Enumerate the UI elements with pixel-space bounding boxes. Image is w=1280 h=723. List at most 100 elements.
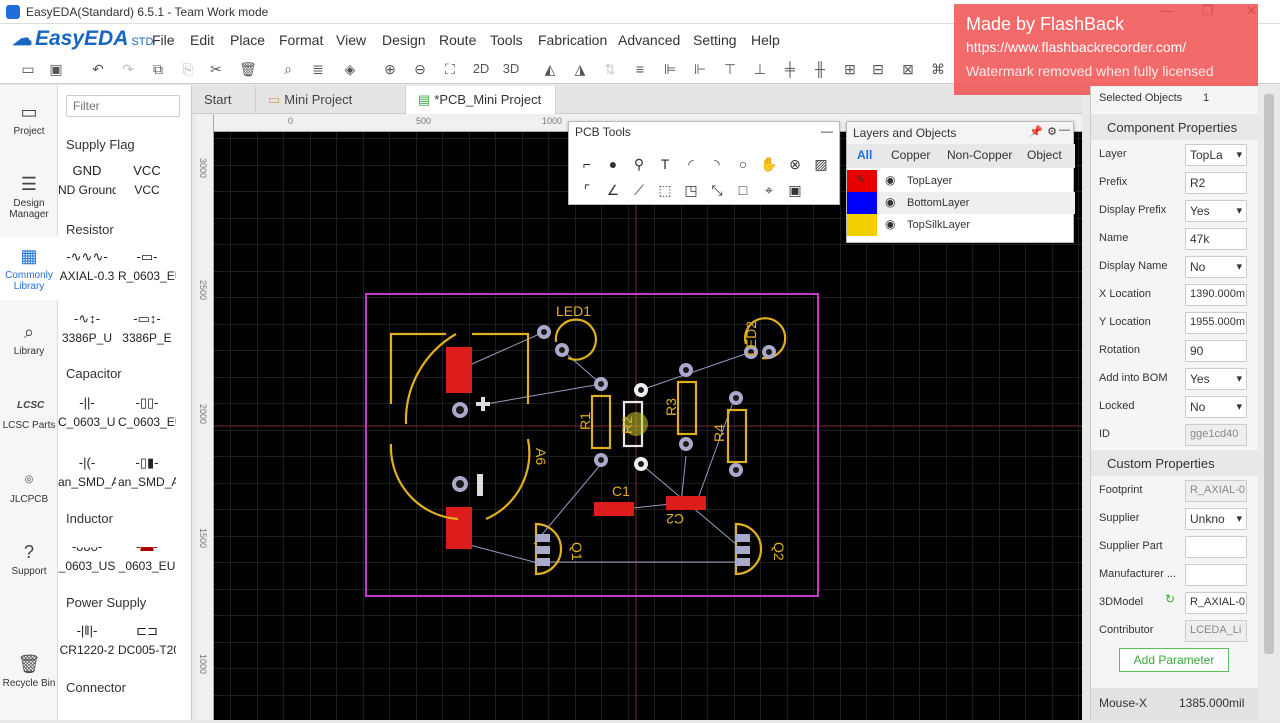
polygon-tool-icon[interactable]: ◳: [681, 180, 701, 200]
sidebar-item-recycle-bin[interactable]: 🗑 Recycle Bin: [0, 653, 58, 689]
dashed-rect-tool-icon[interactable]: ⬚: [655, 180, 675, 200]
eye-icon[interactable]: ◉: [885, 217, 895, 231]
layer-color-swatch[interactable]: [847, 214, 877, 236]
part-battery[interactable]: -|‖|- CR1220-2: [58, 619, 116, 657]
track-tool-icon[interactable]: ⌐: [577, 154, 597, 174]
image-tool-icon[interactable]: ▨: [811, 154, 831, 174]
part-vcc[interactable]: VCC VCC: [118, 159, 176, 197]
paste-icon[interactable]: ⎘: [178, 59, 198, 79]
custom-properties-header[interactable]: Custom Properties: [1091, 450, 1259, 476]
text-tool-icon[interactable]: T: [655, 154, 675, 174]
part-gnd[interactable]: GND ND Ground: [58, 159, 116, 197]
rect-tool-icon[interactable]: □: [733, 180, 753, 200]
line-tool-icon[interactable]: ⟋: [629, 180, 649, 200]
sidebar-item-design-manager[interactable]: ☰ Design Manager: [0, 173, 58, 220]
align-center-icon[interactable]: ╪: [780, 59, 800, 79]
tab-start[interactable]: Start: [192, 86, 256, 114]
corner-tool-icon[interactable]: ⌜: [577, 180, 597, 200]
copy-icon[interactable]: ⧉: [148, 59, 168, 79]
menu-edit[interactable]: Edit: [190, 32, 214, 48]
part-resistor[interactable]: -▭- R_0603_EU: [118, 245, 176, 283]
redo-icon[interactable]: ↷: [118, 59, 138, 79]
manufacturer-input[interactable]: [1185, 564, 1247, 586]
layer-row-topsilklayer[interactable]: ◉ TopSilkLayer: [847, 214, 1075, 236]
menu-setting[interactable]: Setting: [693, 32, 737, 48]
fit-icon[interactable]: ⛶: [440, 59, 460, 79]
undo-icon[interactable]: ↶: [88, 59, 108, 79]
align-icon[interactable]: ≡: [630, 59, 650, 79]
display-name-select[interactable]: No: [1185, 256, 1247, 278]
menu-tools[interactable]: Tools: [490, 32, 523, 48]
flip-icon[interactable]: ⇅: [600, 59, 620, 79]
search-icon[interactable]: ⌕: [278, 59, 298, 79]
menu-advanced[interactable]: Advanced: [618, 32, 680, 48]
menu-place[interactable]: Place: [230, 32, 265, 48]
eye-icon[interactable]: ◉: [885, 173, 895, 187]
align-right-icon[interactable]: ⊩: [690, 59, 710, 79]
layer-color-swatch[interactable]: [847, 192, 877, 214]
tab-copper[interactable]: Copper: [891, 148, 930, 162]
part-inductor[interactable]: -ᴗᴗᴗ- _0603_US: [58, 535, 116, 573]
scroll-thumb[interactable]: [1264, 94, 1274, 654]
hand-tool-icon[interactable]: ✋: [759, 154, 779, 174]
find-replace-icon[interactable]: ≣: [308, 59, 328, 79]
prefix-input[interactable]: R2: [1185, 172, 1247, 194]
sidebar-item-support[interactable]: ? Support: [0, 541, 58, 577]
gear-icon[interactable]: ⚙: [1047, 125, 1057, 138]
delete-icon[interactable]: 🗑: [238, 59, 258, 79]
add-into-bom-select[interactable]: Yes: [1185, 368, 1247, 390]
layer-alt-icon[interactable]: ◮: [570, 59, 590, 79]
align-top-icon[interactable]: ⊤: [720, 59, 740, 79]
erase-icon[interactable]: ◈: [340, 59, 360, 79]
filter-input[interactable]: [66, 95, 180, 117]
supplier-select[interactable]: Unkno: [1185, 508, 1247, 530]
hole-tool-icon[interactable]: ⊗: [785, 154, 805, 174]
cut-icon[interactable]: ✂: [206, 59, 226, 79]
component-properties-header[interactable]: Component Properties: [1091, 114, 1259, 140]
layer-row-toplayer[interactable]: ✎ ◉ TopLayer: [847, 170, 1075, 192]
footprint-field[interactable]: R_AXIAL-0: [1185, 480, 1247, 502]
eye-icon[interactable]: ◉: [885, 195, 895, 209]
part-potentiometer[interactable]: -▭↕- 3386P_E: [118, 307, 176, 345]
layout-tool-icon[interactable]: ▣: [785, 180, 805, 200]
menu-file[interactable]: File: [152, 32, 175, 48]
part-potentiometer[interactable]: -∿↕- 3386P_U: [58, 307, 116, 345]
layer-row-bottomlayer[interactable]: ◉ BottomLayer: [847, 192, 1075, 214]
part-tantalum-capacitor[interactable]: -|(- an_SMD_A: [58, 451, 116, 489]
menu-help[interactable]: Help: [751, 32, 780, 48]
rotation-input[interactable]: 90: [1185, 340, 1247, 362]
view-2d-button[interactable]: 2D: [468, 59, 494, 79]
menu-view[interactable]: View: [336, 32, 366, 48]
tab-mini-project[interactable]: ▭ Mini Project: [256, 86, 406, 114]
sidebar-item-library[interactable]: ⌕ Library: [0, 321, 58, 357]
locked-select[interactable]: No: [1185, 396, 1247, 418]
align-middle-icon[interactable]: ╫: [810, 59, 830, 79]
circle-tool-icon[interactable]: ○: [733, 154, 753, 174]
tab-all[interactable]: All: [857, 148, 872, 162]
supplier-part-input[interactable]: [1185, 536, 1247, 558]
distribute-icon[interactable]: ⊟: [868, 59, 888, 79]
refresh-icon[interactable]: ↻: [1165, 592, 1175, 606]
snap-icon[interactable]: ⌘: [928, 59, 948, 79]
view-3d-button[interactable]: 3D: [498, 59, 524, 79]
properties-scrollbar[interactable]: [1260, 86, 1280, 720]
3dmodel-field[interactable]: R_AXIAL-0: [1185, 592, 1247, 614]
sidebar-item-commonly-library[interactable]: ▦ Commonly Library: [0, 237, 58, 300]
part-tantalum-capacitor[interactable]: -▯▮- an_SMD_A: [118, 451, 176, 489]
distribute-v-icon[interactable]: ⊠: [898, 59, 918, 79]
minimize-panel-icon[interactable]: —: [821, 124, 833, 138]
name-input[interactable]: 47k: [1185, 228, 1247, 250]
tab-non-copper[interactable]: Non-Copper: [947, 148, 1012, 162]
sidebar-item-lcsc[interactable]: LCSC LCSC Parts: [0, 395, 58, 431]
part-capacitor[interactable]: -||- C_0603_US: [58, 391, 116, 429]
pad-tool-icon[interactable]: ●: [603, 154, 623, 174]
layer-select[interactable]: TopLa: [1185, 144, 1247, 166]
tab-object[interactable]: Object: [1027, 148, 1062, 162]
menu-design[interactable]: Design: [382, 32, 426, 48]
layer-icon[interactable]: ◭: [540, 59, 560, 79]
angle-tool-icon[interactable]: ∠: [603, 180, 623, 200]
zoom-out-icon[interactable]: ⊖: [410, 59, 430, 79]
minimize-panel-icon[interactable]: —: [1059, 124, 1070, 136]
open-icon[interactable]: ▭: [18, 59, 38, 79]
part-resistor[interactable]: -∿∿∿- AXIAL-0.3: [58, 245, 116, 283]
